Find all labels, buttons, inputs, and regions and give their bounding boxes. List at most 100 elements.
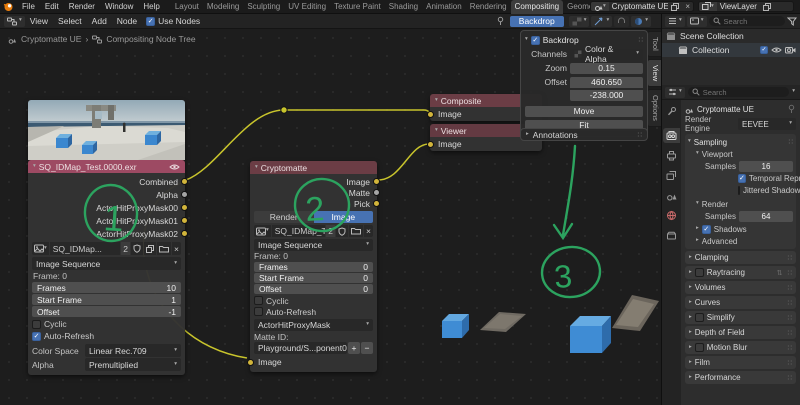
socket-image-out[interactable]: [373, 178, 380, 185]
panel-volumes[interactable]: ▸ Volumes∷: [685, 281, 796, 294]
render-engine-dropdown[interactable]: EEVEE▾: [738, 118, 796, 130]
alpha-dropdown[interactable]: Premultiplied▾: [85, 358, 181, 371]
editor-type-button[interactable]: ▾: [4, 16, 25, 27]
menu-file[interactable]: File: [17, 2, 40, 11]
viewport-subpanel-header[interactable]: ▾ Viewport: [688, 148, 793, 160]
backdrop-channels-button[interactable]: ▾: [569, 16, 590, 27]
menu-node[interactable]: Node: [112, 16, 142, 26]
panel-raytracing[interactable]: ▸ Raytracing ⇅ ∷: [685, 266, 796, 279]
workspace-tab-texture-paint[interactable]: Texture Paint: [330, 0, 385, 14]
menu-help[interactable]: Help: [138, 2, 164, 11]
frames-slider[interactable]: Frames0: [254, 262, 373, 272]
open-image-folder-icon[interactable]: [157, 242, 171, 255]
auto-refresh-toggle[interactable]: ✓Auto-Refresh: [32, 330, 181, 342]
menu-add[interactable]: Add: [87, 16, 112, 26]
tab-scene[interactable]: [663, 188, 680, 203]
socket-alpha[interactable]: [181, 191, 188, 198]
snapping-button[interactable]: [614, 16, 629, 27]
socket-mask01[interactable]: [181, 217, 188, 224]
panel-depth-of-field[interactable]: ▸ Depth of Field∷: [685, 326, 796, 339]
delete-scene-button[interactable]: ×: [682, 2, 693, 11]
raytracing-checkbox[interactable]: [695, 268, 704, 277]
jittered-shadows-toggle[interactable]: Jittered Shadows: [688, 184, 793, 196]
collapse-icon[interactable]: ▾: [33, 164, 36, 170]
workspace-tab-rendering[interactable]: Rendering: [466, 0, 511, 14]
menu-select[interactable]: Select: [53, 16, 87, 26]
image-source-dropdown[interactable]: Image Sequence▾: [32, 257, 181, 270]
properties-search-input[interactable]: [703, 88, 785, 97]
panel-performance[interactable]: ▸ Performance∷: [685, 371, 796, 384]
socket-image-in[interactable]: [427, 111, 434, 118]
workspace-tab-geometry-nodes[interactable]: Geometry Nodes: [563, 0, 590, 14]
menu-window[interactable]: Window: [100, 2, 138, 11]
outliner-search[interactable]: [709, 16, 785, 26]
start-frame-slider[interactable]: Start Frame0: [254, 273, 373, 283]
editor-type-button[interactable]: ▾: [665, 87, 685, 98]
panel-film[interactable]: ▸ Film∷: [685, 356, 796, 369]
unlink-image-icon[interactable]: ×: [172, 242, 181, 255]
render-subpanel-header[interactable]: ▾ Render: [688, 198, 793, 210]
offset-slider[interactable]: Offset-1: [32, 306, 181, 317]
image-node-header[interactable]: ▾ SQ_IDMap_Test.0000.exr: [28, 160, 185, 173]
image-users-count[interactable]: 2: [121, 242, 130, 255]
pin-icon[interactable]: [787, 104, 796, 114]
backdrop-checkbox[interactable]: ✓: [531, 36, 540, 45]
tab-collection[interactable]: [663, 228, 680, 243]
menu-edit[interactable]: Edit: [40, 2, 64, 11]
filter-funnel-icon[interactable]: [787, 17, 797, 26]
offset-slider[interactable]: Offset0: [254, 284, 373, 294]
browse-image-button[interactable]: ▾: [32, 242, 49, 255]
viewlayer-name[interactable]: ViewLayer: [717, 2, 760, 11]
cryptomatte-layer-dropdown[interactable]: ActorHitProxyMask▾: [254, 319, 373, 331]
socket-matte[interactable]: [373, 189, 380, 196]
matte-remove-button[interactable]: −: [361, 342, 373, 354]
motion-blur-checkbox[interactable]: [695, 343, 704, 352]
color-space-dropdown[interactable]: Linear Rec.709▾: [85, 344, 181, 357]
shadows-checkbox[interactable]: ✓: [702, 225, 711, 234]
new-scene-button[interactable]: [668, 2, 682, 11]
menu-render[interactable]: Render: [64, 2, 100, 11]
gizmos-button[interactable]: ▾: [591, 16, 612, 27]
sidebar-tab-options[interactable]: Options: [647, 89, 661, 127]
workspace-tab-shading[interactable]: Shading: [385, 0, 422, 14]
offset-y-field[interactable]: -238.000: [570, 90, 643, 101]
zoom-field[interactable]: 0.15: [570, 63, 643, 74]
menu-view[interactable]: View: [25, 16, 53, 26]
image-node[interactable]: ▾ SQ_IDMap_Test.0000.exr Combined Alpha …: [28, 100, 185, 375]
simplify-checkbox[interactable]: [695, 313, 704, 322]
source-render-button[interactable]: Render: [254, 211, 314, 223]
preview-eye-icon[interactable]: [169, 163, 180, 171]
annotations-panel-header[interactable]: ▸ Annotations ∷: [520, 128, 648, 141]
shadows-subpanel-header[interactable]: ▸ ✓ Shadows: [688, 223, 793, 235]
sidebar-tab-tool[interactable]: Tool: [647, 31, 661, 57]
workspace-tab-animation[interactable]: Animation: [422, 0, 466, 14]
reroute-node[interactable]: [281, 107, 287, 113]
socket-image-in[interactable]: [427, 141, 434, 148]
channels-dropdown[interactable]: Color & Alpha ▾: [570, 49, 643, 60]
frames-slider[interactable]: Frames10: [32, 282, 181, 293]
crypto-source-dropdown[interactable]: Image Sequence▾: [254, 239, 373, 251]
crypto-datablock-name[interactable]: SQ_IDMap_T...: [272, 225, 326, 237]
properties-search[interactable]: [688, 87, 789, 97]
tab-world[interactable]: [663, 208, 680, 223]
source-image-button[interactable]: Image: [314, 211, 374, 223]
workspace-tab-compositing[interactable]: Compositing: [511, 0, 563, 14]
advanced-subpanel-header[interactable]: ▸ Advanced: [688, 235, 793, 247]
fake-user-icon[interactable]: [131, 242, 143, 255]
matte-id-field[interactable]: Playground/S...ponent0[0.0]: [254, 342, 347, 354]
filter-id-button[interactable]: ▾: [687, 16, 707, 27]
use-nodes-toggle[interactable]: ✓ Use Nodes: [146, 16, 200, 26]
backdrop-toggle-button[interactable]: Backdrop: [510, 16, 564, 27]
crypto-users-count[interactable]: 2: [326, 225, 335, 237]
blender-logo-icon[interactable]: [3, 1, 14, 12]
workspace-tab-sculpting[interactable]: Sculpting: [243, 0, 284, 14]
socket-mask02[interactable]: [181, 230, 188, 237]
workspace-tab-layout[interactable]: Layout: [171, 0, 203, 14]
unlink-image-icon[interactable]: ×: [364, 225, 373, 237]
panel-simplify[interactable]: ▸ Simplify∷: [685, 311, 796, 324]
tab-output[interactable]: [663, 148, 680, 163]
render-camera-icon[interactable]: [785, 46, 796, 54]
cryptomatte-node-header[interactable]: ▾ Cryptomatte: [250, 161, 377, 174]
auto-refresh-toggle[interactable]: Auto-Refresh: [254, 306, 373, 317]
fake-user-icon[interactable]: [336, 225, 348, 237]
